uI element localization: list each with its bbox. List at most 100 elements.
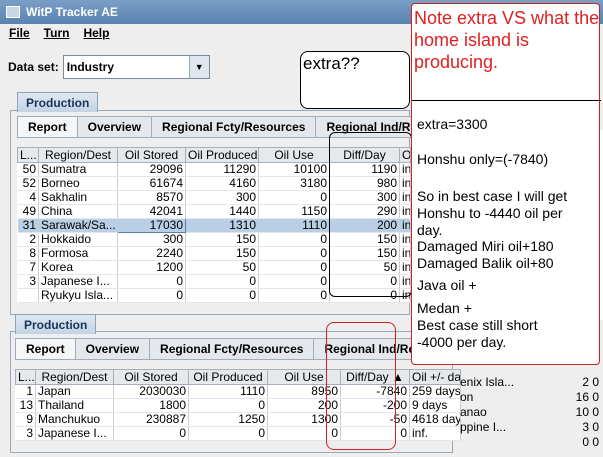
table-cell: Japan [35,384,114,399]
column-header[interactable]: L... [17,147,39,163]
column-header[interactable]: Region/Dest [38,147,118,163]
menu-turn[interactable]: Turn [44,26,70,46]
note-line: day. [417,222,443,238]
note-title: Note extra VS what the home island is pr… [414,8,600,72]
table-cell: Korea [38,260,118,275]
tab-overview-bottom[interactable]: Overview [75,338,151,360]
table-cell: 4618 days [409,412,461,427]
table-cell: 0 [188,426,268,441]
table-cell: 8 [17,246,39,261]
note-line: -4000 per day. [417,334,507,350]
table-cell: Japanese I... [35,426,114,441]
column-header[interactable]: L... [15,369,36,385]
note-line: Honshu only=(-7840) [417,151,549,167]
list-item-label: on [460,390,474,404]
table-cell: China [38,204,118,219]
table-cell: Thailand [35,398,114,413]
note-line: Java oil + [417,277,477,293]
table-cell: 4160 [185,176,259,191]
extra-callout: extra?? [300,51,410,109]
table-cell: 300 [185,190,259,205]
menu-file[interactable]: File [9,26,30,46]
table-cell: 3 [17,274,39,289]
table-cell: Sumatra [38,162,118,177]
tab-production-top[interactable]: Production [17,92,99,112]
extra-callout-text: extra?? [303,54,360,73]
tab-overview[interactable]: Overview [77,116,153,138]
table-cell: 13 [15,398,36,413]
table-cell: 150 [185,232,259,247]
table-cell: 50 [185,260,259,275]
table-cell: 11290 [185,162,259,177]
table-cell: Japanese I... [38,274,118,289]
column-header[interactable]: Oil Stored [117,147,186,163]
table-cell: 1310 [185,218,259,233]
note-line: extra=3300 [417,116,488,132]
note-line: Best case still short [417,317,538,333]
table-cell: 1150 [258,204,330,219]
column-header[interactable]: Oil Use [258,147,330,163]
table-cell: Borneo [38,176,118,191]
table-cell: 0 [258,190,330,205]
table-cell: 259 days [409,384,461,399]
column-header[interactable]: Region/Dest [35,369,114,385]
table-cell: 1250 [188,412,268,427]
tab-production-bottom[interactable]: Production [15,314,97,334]
column-header[interactable]: Oil Stored [113,369,189,385]
background-table-fragment: enix Isla... 2 0 on 16 0 anao 10 0 ppine I... 3… [460,375,603,450]
menu-help[interactable]: Help [83,26,109,46]
table-cell: Ryukyu Isla... [38,288,118,303]
table-cell: 10100 [258,162,330,177]
note-line: Medan + [417,300,472,316]
table-cell: 0 [185,274,259,289]
table-cell: 1110 [258,218,330,233]
table-cell: 1800 [113,398,189,413]
table-cell: 52 [17,176,39,191]
window-title: WitP Tracker AE [26,5,118,19]
list-item: 0 0 [460,435,603,450]
list-item: ppine I... 3 0 [460,420,603,435]
list-item: enix Isla... 2 0 [460,375,603,390]
note-line: So in best case I will get [417,188,568,204]
list-item-value: 16 0 [575,390,599,404]
table-cell: Sakhalin [38,190,118,205]
dataset-row: Data set: Industry ▼ [8,55,210,79]
table-cell: 8570 [117,190,186,205]
column-header[interactable]: Oil +/- days [409,369,461,385]
list-item-value: 10 0 [575,405,599,419]
table-cell: inf. [409,426,461,441]
table-cell: 50 [17,162,39,177]
tab-report-bottom[interactable]: Report [15,338,76,360]
table-cell: Manchukuo [35,412,114,427]
menu-bar: File Turn Help [0,26,109,46]
column-header[interactable]: Oil Produced [188,369,268,385]
chevron-down-icon[interactable]: ▼ [188,56,209,78]
app-icon [6,6,20,18]
tab-report[interactable]: Report [17,116,78,138]
table-cell: 230887 [113,412,189,427]
list-item: on 16 0 [460,390,603,405]
list-item-label: enix Isla... [460,375,515,389]
table-cell: 1 [15,384,36,399]
table-cell: 2030030 [113,384,189,399]
table-cell: 0 [258,246,330,261]
tab-regional-fcty-bottom[interactable]: Regional Fcty/Resources [150,338,315,360]
note-divider [412,100,601,101]
highlight-diff-column-top [329,132,412,297]
note-line: Damaged Balik oil+80 [417,255,554,271]
list-item-label: anao [460,405,487,419]
list-item-value: 0 0 [582,435,599,449]
table-cell: 2240 [117,246,186,261]
note-line: Honshu to -4440 oil per [417,205,563,221]
tab-regional-fcty[interactable]: Regional Fcty/Resources [152,116,317,138]
table-cell: 61674 [117,176,186,191]
table-cell: 300 [117,232,186,247]
dataset-select[interactable]: Industry ▼ [62,55,210,79]
table-cell: 0 [117,288,186,303]
table-cell: Formosa [38,246,118,261]
table-cell: 49 [17,204,39,219]
list-item-value: 3 0 [582,420,599,434]
note-line: Damaged Miri oil+180 [417,238,554,254]
table-cell: Hokkaido [38,232,118,247]
column-header[interactable]: Oil Produced [185,147,259,163]
